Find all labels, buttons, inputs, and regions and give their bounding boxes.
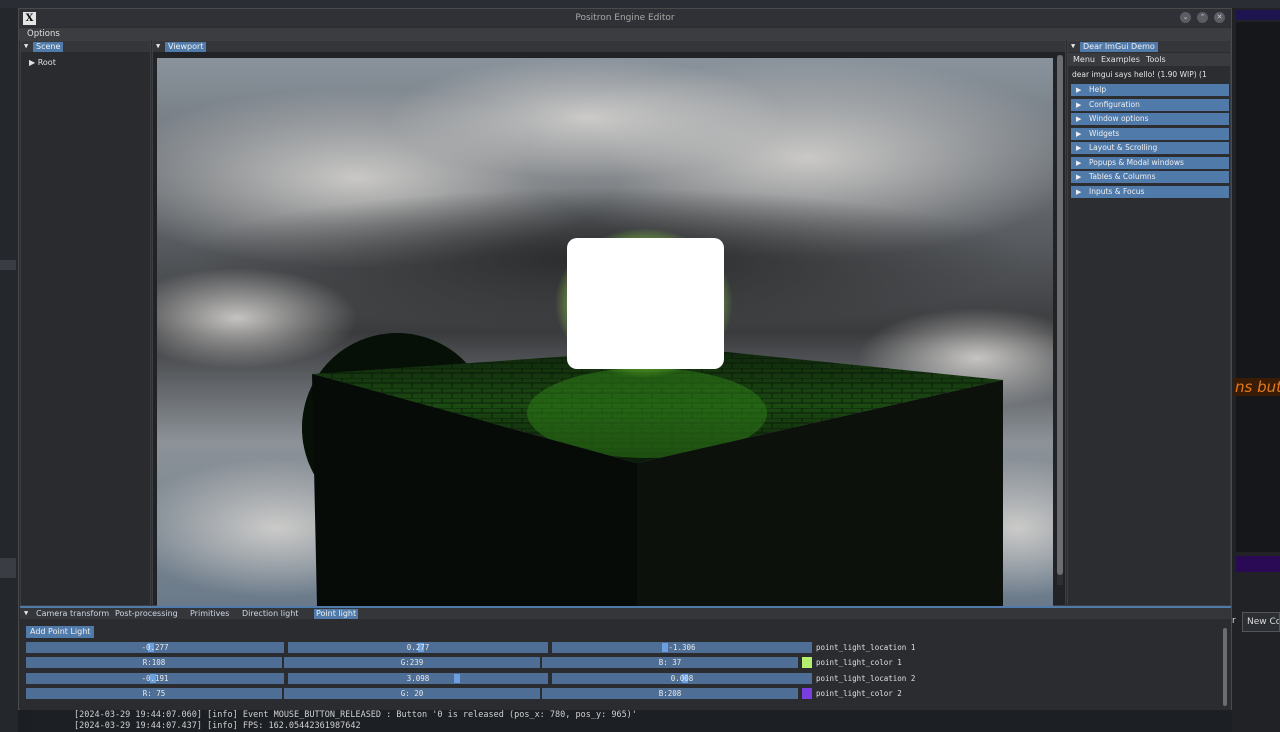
menu-tools[interactable]: Tools xyxy=(1146,55,1166,64)
location1-x-slider[interactable]: -0.277 xyxy=(26,642,284,653)
tree-node-label: Root xyxy=(37,58,56,67)
log-console: [2024-03-29 19:44:07.060] [info] Event M… xyxy=(32,708,1232,732)
expand-arrow-icon: ▶ xyxy=(1076,115,1082,123)
header-popups-modal[interactable]: ▶ Popups & Modal windows xyxy=(1071,157,1229,169)
imgui-hello-text: dear imgui says hello! (1.90 WIP) (1 xyxy=(1072,70,1207,79)
scene-panel: ▼ Scene ▶ Root xyxy=(20,40,151,606)
expand-arrow-icon: ▶ xyxy=(1076,130,1082,138)
tab-viewport[interactable]: Viewport xyxy=(165,42,207,52)
expand-arrow-icon: ▶ xyxy=(1076,188,1082,196)
row-label-color1: point_light_color 1 xyxy=(816,658,902,667)
viewport-scrollbar[interactable] xyxy=(1057,55,1063,585)
color1-b-field[interactable]: B: 37 xyxy=(542,657,798,668)
background-left-panel xyxy=(0,8,18,732)
header-help[interactable]: ▶ Help xyxy=(1071,84,1229,96)
background-left-marker xyxy=(0,260,16,270)
imgui-tab-bar: ▼ Dear ImGui Demo xyxy=(1068,41,1230,52)
menu-examples[interactable]: Examples xyxy=(1101,55,1140,64)
tab-direction-light[interactable]: Direction light xyxy=(240,609,300,619)
collapse-arrow-icon[interactable]: ▼ xyxy=(24,609,28,617)
tab-primitives[interactable]: Primitives xyxy=(188,609,231,619)
expand-arrow-icon: ▶ xyxy=(1076,144,1082,152)
properties-tab-bar: ▼ Camera transform Post-processing Primi… xyxy=(20,608,1231,619)
maximize-button[interactable]: ⌃ xyxy=(1197,12,1208,23)
header-configuration[interactable]: ▶ Configuration xyxy=(1071,99,1229,111)
background-status-bar xyxy=(1236,556,1280,572)
scene-tab-bar: ▼ Scene xyxy=(21,41,150,52)
header-inputs-focus[interactable]: ▶ Inputs & Focus xyxy=(1071,186,1229,198)
log-line: [2024-03-29 19:44:07.060] [info] Event M… xyxy=(74,710,637,720)
location2-z-slider[interactable]: 0.008 xyxy=(552,673,812,684)
expand-arrow-icon: ▶ xyxy=(1076,101,1082,109)
background-button-fragment[interactable]: r xyxy=(1232,612,1242,632)
slider-grab[interactable] xyxy=(454,674,460,683)
collapse-arrow-icon[interactable]: ▼ xyxy=(24,42,28,50)
location2-y-slider[interactable]: 3.098 xyxy=(288,673,548,684)
log-line: [2024-03-29 19:44:07.437] [info] FPS: 16… xyxy=(74,721,361,731)
tab-camera-transform[interactable]: Camera transform xyxy=(34,609,111,619)
background-left-marker xyxy=(0,558,16,578)
menu-bar: Options xyxy=(19,28,1231,40)
header-tables-columns[interactable]: ▶ Tables & Columns xyxy=(1071,171,1229,183)
color2-swatch[interactable] xyxy=(802,688,812,699)
close-button[interactable]: ✕ xyxy=(1214,12,1225,23)
location1-z-slider[interactable]: -1.306 xyxy=(552,642,812,653)
menu-menu[interactable]: Menu xyxy=(1073,55,1095,64)
location1-y-slider[interactable]: 0.277 xyxy=(288,642,548,653)
add-point-light-button[interactable]: Add Point Light xyxy=(26,626,95,638)
expand-arrow-icon: ▶ xyxy=(1076,173,1082,181)
viewport-tab-bar: ▼ Viewport xyxy=(153,41,1065,52)
color1-g-field[interactable]: G:239 xyxy=(284,657,540,668)
properties-panel: ▼ Camera transform Post-processing Primi… xyxy=(20,606,1231,710)
background-window-header xyxy=(1236,10,1280,20)
desktop-top-strip xyxy=(0,0,1280,8)
window-title: Positron Engine Editor xyxy=(575,13,675,23)
viewport-render[interactable] xyxy=(157,58,1053,607)
row-label-color2: point_light_color 2 xyxy=(816,689,902,698)
imgui-demo-panel: ▼ Dear ImGui Demo Menu Examples Tools de… xyxy=(1067,40,1231,606)
editor-window: X Positron Engine Editor ⌄ ⌃ ✕ Options ▼… xyxy=(18,8,1232,710)
menu-options[interactable]: Options xyxy=(27,29,60,39)
header-widgets[interactable]: ▶ Widgets xyxy=(1071,128,1229,140)
location2-x-slider[interactable]: -0.191 xyxy=(26,673,284,684)
expand-arrow-icon: ▶ xyxy=(1076,159,1082,167)
tab-post-processing[interactable]: Post-processing xyxy=(113,609,180,619)
imgui-menu-bar: Menu Examples Tools xyxy=(1068,53,1230,66)
tab-point-light[interactable]: Point light xyxy=(314,609,359,619)
rendered-scene[interactable] xyxy=(157,58,1053,607)
row-label-location1: point_light_location 1 xyxy=(816,643,916,652)
color2-b-field[interactable]: B:208 xyxy=(542,688,798,699)
expand-arrow-icon[interactable]: ▶ xyxy=(29,58,38,67)
color2-r-field[interactable]: R: 75 xyxy=(26,688,282,699)
background-window-content xyxy=(1236,22,1280,552)
scrollbar-thumb[interactable] xyxy=(1057,55,1063,575)
header-layout-scrolling[interactable]: ▶ Layout & Scrolling xyxy=(1071,142,1229,154)
properties-scrollbar[interactable] xyxy=(1223,628,1227,706)
title-bar[interactable]: X Positron Engine Editor ⌄ ⌃ ✕ xyxy=(19,9,1231,27)
tab-scene[interactable]: Scene xyxy=(33,42,64,52)
color1-r-field[interactable]: R:108 xyxy=(26,657,282,668)
viewport-panel: ▼ Viewport xyxy=(152,40,1066,607)
expand-arrow-icon: ▶ xyxy=(1076,86,1082,94)
color2-g-field[interactable]: G: 20 xyxy=(284,688,540,699)
row-label-location2: point_light_location 2 xyxy=(816,674,916,683)
background-highlight-text: ns but xyxy=(1233,378,1280,396)
color1-swatch[interactable] xyxy=(802,657,812,668)
minimize-button[interactable]: ⌄ xyxy=(1180,12,1191,23)
tree-node-root[interactable]: ▶ Root xyxy=(29,58,56,67)
new-connection-button[interactable]: New Con xyxy=(1242,612,1280,632)
header-window-options[interactable]: ▶ Window options xyxy=(1071,113,1229,125)
collapse-arrow-icon[interactable]: ▼ xyxy=(156,42,160,50)
tab-imgui-demo[interactable]: Dear ImGui Demo xyxy=(1080,42,1158,52)
collapse-arrow-icon[interactable]: ▼ xyxy=(1071,42,1075,50)
